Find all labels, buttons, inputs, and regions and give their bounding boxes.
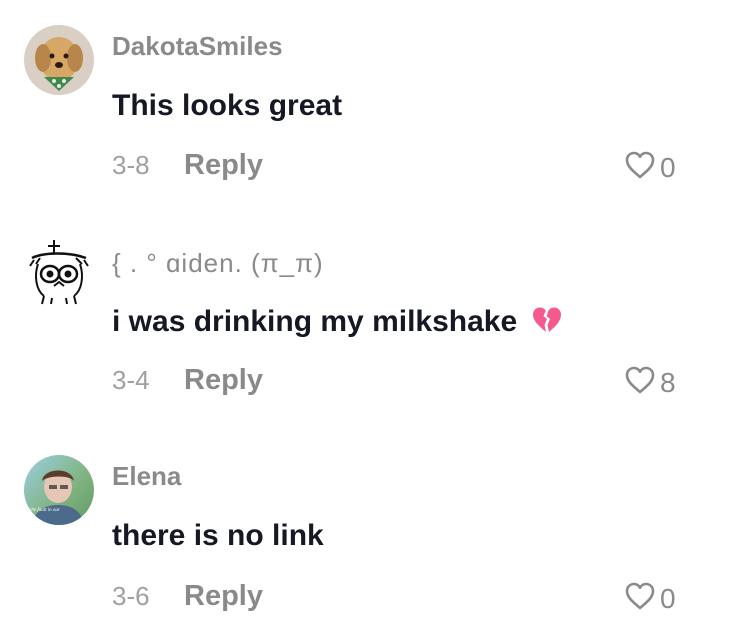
avatar[interactable] <box>24 236 94 306</box>
comment-username[interactable]: DakotaSmiles <box>112 31 283 62</box>
comment-date: 3-8 <box>112 150 150 180</box>
like-button[interactable]: 0 <box>624 581 676 616</box>
heart-outline-icon <box>624 581 656 616</box>
avatar[interactable] <box>24 25 94 95</box>
heart-outline-icon <box>624 150 656 185</box>
comment-date: 3-6 <box>112 581 150 611</box>
avatar[interactable]: the fault in our <box>24 455 94 525</box>
like-count: 0 <box>660 582 676 614</box>
comment-username[interactable]: Elena <box>112 461 181 492</box>
comment-username[interactable]: { . ° ɑiden. (π_π) <box>112 248 324 279</box>
comment-text-content: i was drinking my milkshake <box>112 305 518 338</box>
reply-button[interactable]: Reply <box>184 149 263 182</box>
like-button[interactable]: 8 <box>624 365 676 400</box>
reply-button[interactable]: Reply <box>184 364 263 397</box>
svg-text:the fault in our: the fault in our <box>30 508 60 513</box>
like-count: 8 <box>660 366 676 398</box>
reply-button[interactable]: Reply <box>184 580 263 613</box>
comment-text: This looks great <box>112 89 343 122</box>
like-button[interactable]: 0 <box>624 150 676 185</box>
comment-text: there is no link <box>112 519 324 552</box>
comment-text: i was drinking my milkshake <box>112 305 563 343</box>
like-count: 0 <box>660 151 676 183</box>
broken-heart-icon <box>531 305 563 343</box>
heart-outline-icon <box>624 365 656 400</box>
comment-date: 3-4 <box>112 365 150 395</box>
